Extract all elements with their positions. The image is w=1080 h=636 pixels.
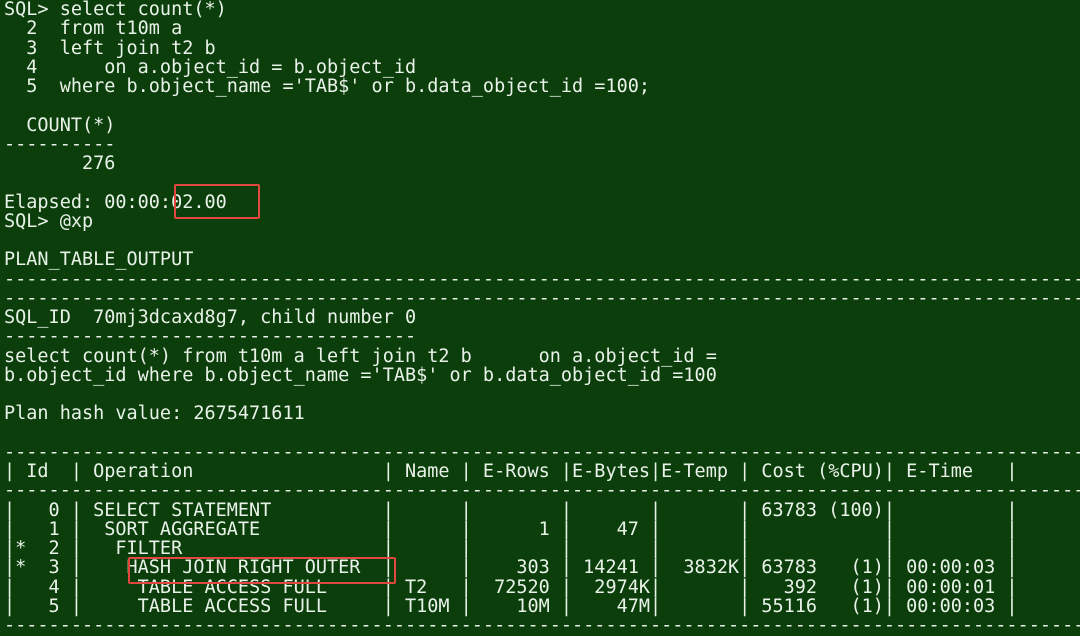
plan-row: | 5 | TABLE ACCESS FULL | T10M | 10M | 4… (4, 595, 1018, 617)
terminal-line: ---------- (4, 133, 116, 155)
terminal-line: 276 (4, 153, 116, 174)
plan-row: |* 3 | HASH JOIN RIGHT OUTER | | 303 | 1… (4, 557, 1018, 579)
separator-line: ----------------------------------------… (4, 441, 1080, 463)
separator-line: ----------------------------------------… (4, 480, 1080, 502)
terminal-line: Plan hash value: 2675471611 (4, 403, 305, 425)
separator-line: ----------------------------------------… (4, 268, 1080, 290)
terminal-line: 4 on a.object_id = b.object_id (4, 56, 417, 78)
terminal-line: select count(*) from t10m a left join t2… (4, 345, 717, 367)
separator-line: ------------------------------------- (4, 326, 417, 348)
plan-row: | 0 | SELECT STATEMENT | | | | | 63783 (… (4, 499, 1018, 521)
terminal-line: b.object_id where b.object_name ='TAB$' … (4, 364, 717, 386)
elapsed-line: Elapsed: 00:00:02.00 (4, 191, 227, 213)
separator-line: ----------------------------------------… (4, 287, 1080, 309)
plan-row: | 4 | TABLE ACCESS FULL | T2 | 72520 | 2… (4, 576, 1018, 598)
terminal-line: 5 where b.object_name ='TAB$' or b.data_… (4, 76, 651, 97)
terminal-line: SQL> select count(*) (4, 0, 227, 20)
terminal-line: 3 left join t2 b (4, 37, 216, 59)
separator-line: ----------------------------------------… (4, 615, 1080, 636)
plan-row: | 1 | SORT AGGREGATE | | 1 | 47 | | | | (4, 518, 1018, 540)
terminal-line: PLAN_TABLE_OUTPUT (4, 249, 194, 271)
sqlplus-terminal[interactable]: SQL> select count(*) 2 from t10m a 3 lef… (0, 0, 1080, 636)
terminal-line: 2 from t10m a (4, 18, 183, 40)
terminal-line: SQL> @xp (4, 210, 94, 232)
terminal-line: COUNT(*) (4, 114, 116, 136)
plan-header-row: | Id | Operation | Name | E-Rows |E-Byte… (4, 461, 1018, 482)
terminal-line: SQL_ID 70mj3dcaxd8g7, child number 0 (4, 307, 417, 328)
plan-row: |* 2 | FILTER | | | | | | | (4, 538, 1018, 559)
